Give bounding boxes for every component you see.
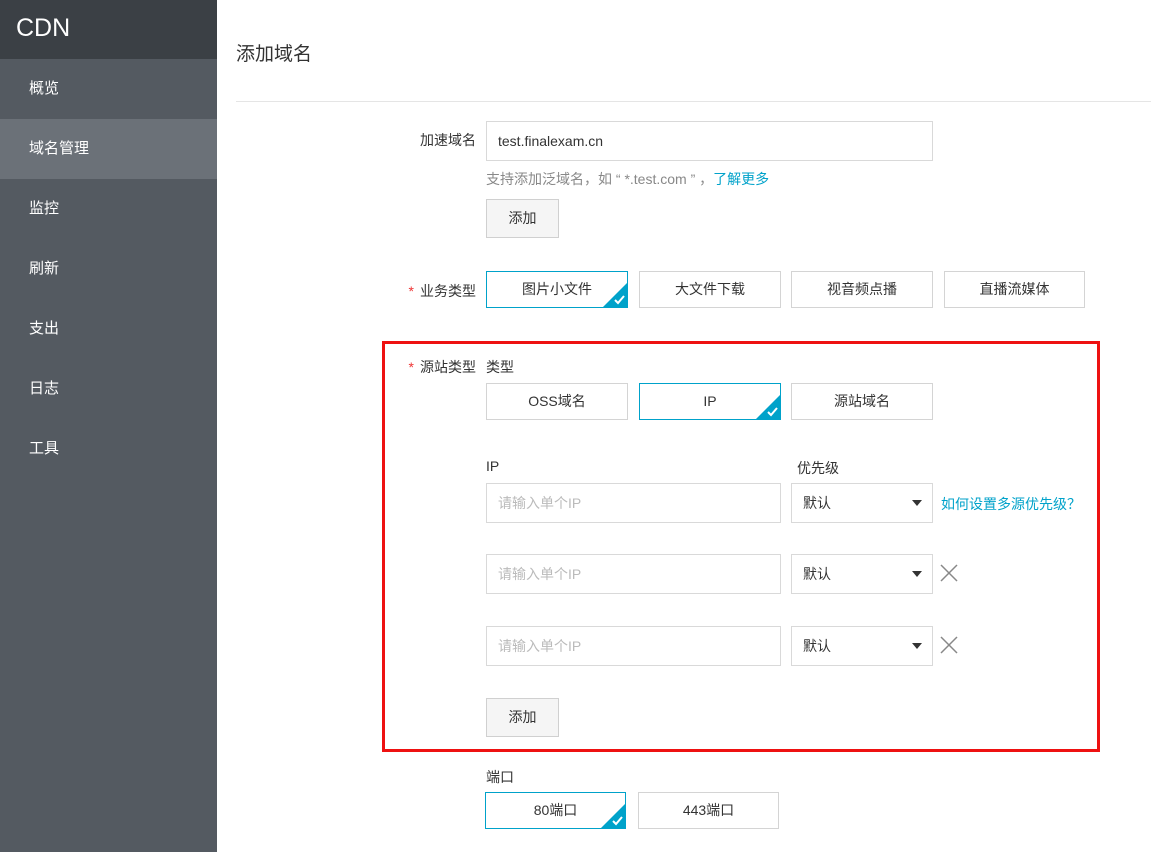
sidebar-item-refresh[interactable]: 刷新 — [0, 239, 217, 299]
multi-origin-priority-help-link[interactable]: 如何设置多源优先级？ — [941, 494, 1081, 514]
page-title: 添加域名 — [236, 44, 313, 65]
port-option-443[interactable]: 443端口 — [638, 792, 779, 829]
priority-select[interactable]: 默认 — [791, 554, 933, 594]
priority-select-value: 默认 — [803, 638, 831, 654]
business-type-option-large-files[interactable]: 大文件下载 — [639, 271, 781, 308]
business-type-option-label: 图片小文件 — [522, 281, 592, 297]
close-icon[interactable] — [939, 635, 959, 655]
learn-more-link[interactable]: 了解更多 — [713, 171, 769, 187]
origin-subtype-label: 类型 — [486, 359, 514, 375]
sidebar-item-domain-management[interactable]: 域名管理 — [0, 119, 217, 179]
required-mark: * — [408, 359, 414, 375]
sidebar-item-monitor[interactable]: 监控 — [0, 179, 217, 239]
sidebar-item-tools[interactable]: 工具 — [0, 419, 217, 479]
sidebar-item-logs[interactable]: 日志 — [0, 359, 217, 419]
origin-type-label-text: 源站类型 — [420, 359, 476, 375]
port-option-80[interactable]: 80端口 — [485, 792, 626, 829]
domain-hint: 支持添加泛域名，如 “ *.test.com ” ，了解更多 — [486, 169, 769, 189]
origin-ip-input[interactable] — [486, 483, 781, 523]
priority-select[interactable]: 默认 — [791, 626, 933, 666]
business-type-option-live[interactable]: 直播流媒体 — [944, 271, 1085, 308]
business-type-label-text: 业务类型 — [420, 283, 476, 299]
sidebar-item-billing[interactable]: 支出 — [0, 299, 217, 359]
port-option-label: 80端口 — [533, 802, 578, 818]
origin-type-option-ip[interactable]: IP — [639, 383, 781, 420]
checkmark-icon — [603, 283, 627, 307]
priority-select[interactable]: 默认 — [791, 483, 933, 523]
required-mark: * — [408, 283, 414, 299]
origin-type-label: * 源站类型 — [390, 357, 476, 377]
origin-ip-input[interactable] — [486, 554, 781, 594]
sidebar-item-overview[interactable]: 概览 — [0, 59, 217, 119]
business-type-option-vod[interactable]: 视音频点播 — [791, 271, 933, 308]
origin-type-option-domain[interactable]: 源站域名 — [791, 383, 933, 420]
caret-down-icon — [912, 500, 922, 506]
priority-select-value: 默认 — [803, 566, 831, 582]
origin-type-option-oss[interactable]: OSS域名 — [486, 383, 628, 420]
caret-down-icon — [912, 643, 922, 649]
business-type-option-images[interactable]: 图片小文件 — [486, 271, 628, 308]
add-domain-button[interactable]: 添加 — [486, 199, 559, 238]
checkmark-icon — [756, 395, 780, 419]
close-icon[interactable] — [939, 563, 959, 583]
port-label: 端口 — [486, 769, 514, 785]
domain-hint-text: 支持添加泛域名，如 “ *.test.com ” ， — [486, 171, 714, 187]
ip-column-header: IP — [486, 458, 500, 474]
origin-type-option-label: IP — [703, 393, 717, 409]
business-type-label: * 业务类型 — [390, 281, 476, 301]
add-origin-button[interactable]: 添加 — [486, 698, 559, 737]
domain-input[interactable] — [486, 121, 933, 161]
checkmark-icon — [601, 804, 625, 828]
domain-label: 加速域名 — [420, 132, 476, 148]
priority-select-value: 默认 — [803, 495, 831, 511]
origin-ip-input[interactable] — [486, 626, 781, 666]
brand-title: CDN — [0, 0, 217, 59]
caret-down-icon — [912, 571, 922, 577]
title-divider — [236, 101, 1151, 102]
priority-column-header: 优先级 — [797, 460, 839, 476]
sidebar: CDN 概览 域名管理 监控 刷新 支出 日志 工具 — [0, 0, 217, 852]
